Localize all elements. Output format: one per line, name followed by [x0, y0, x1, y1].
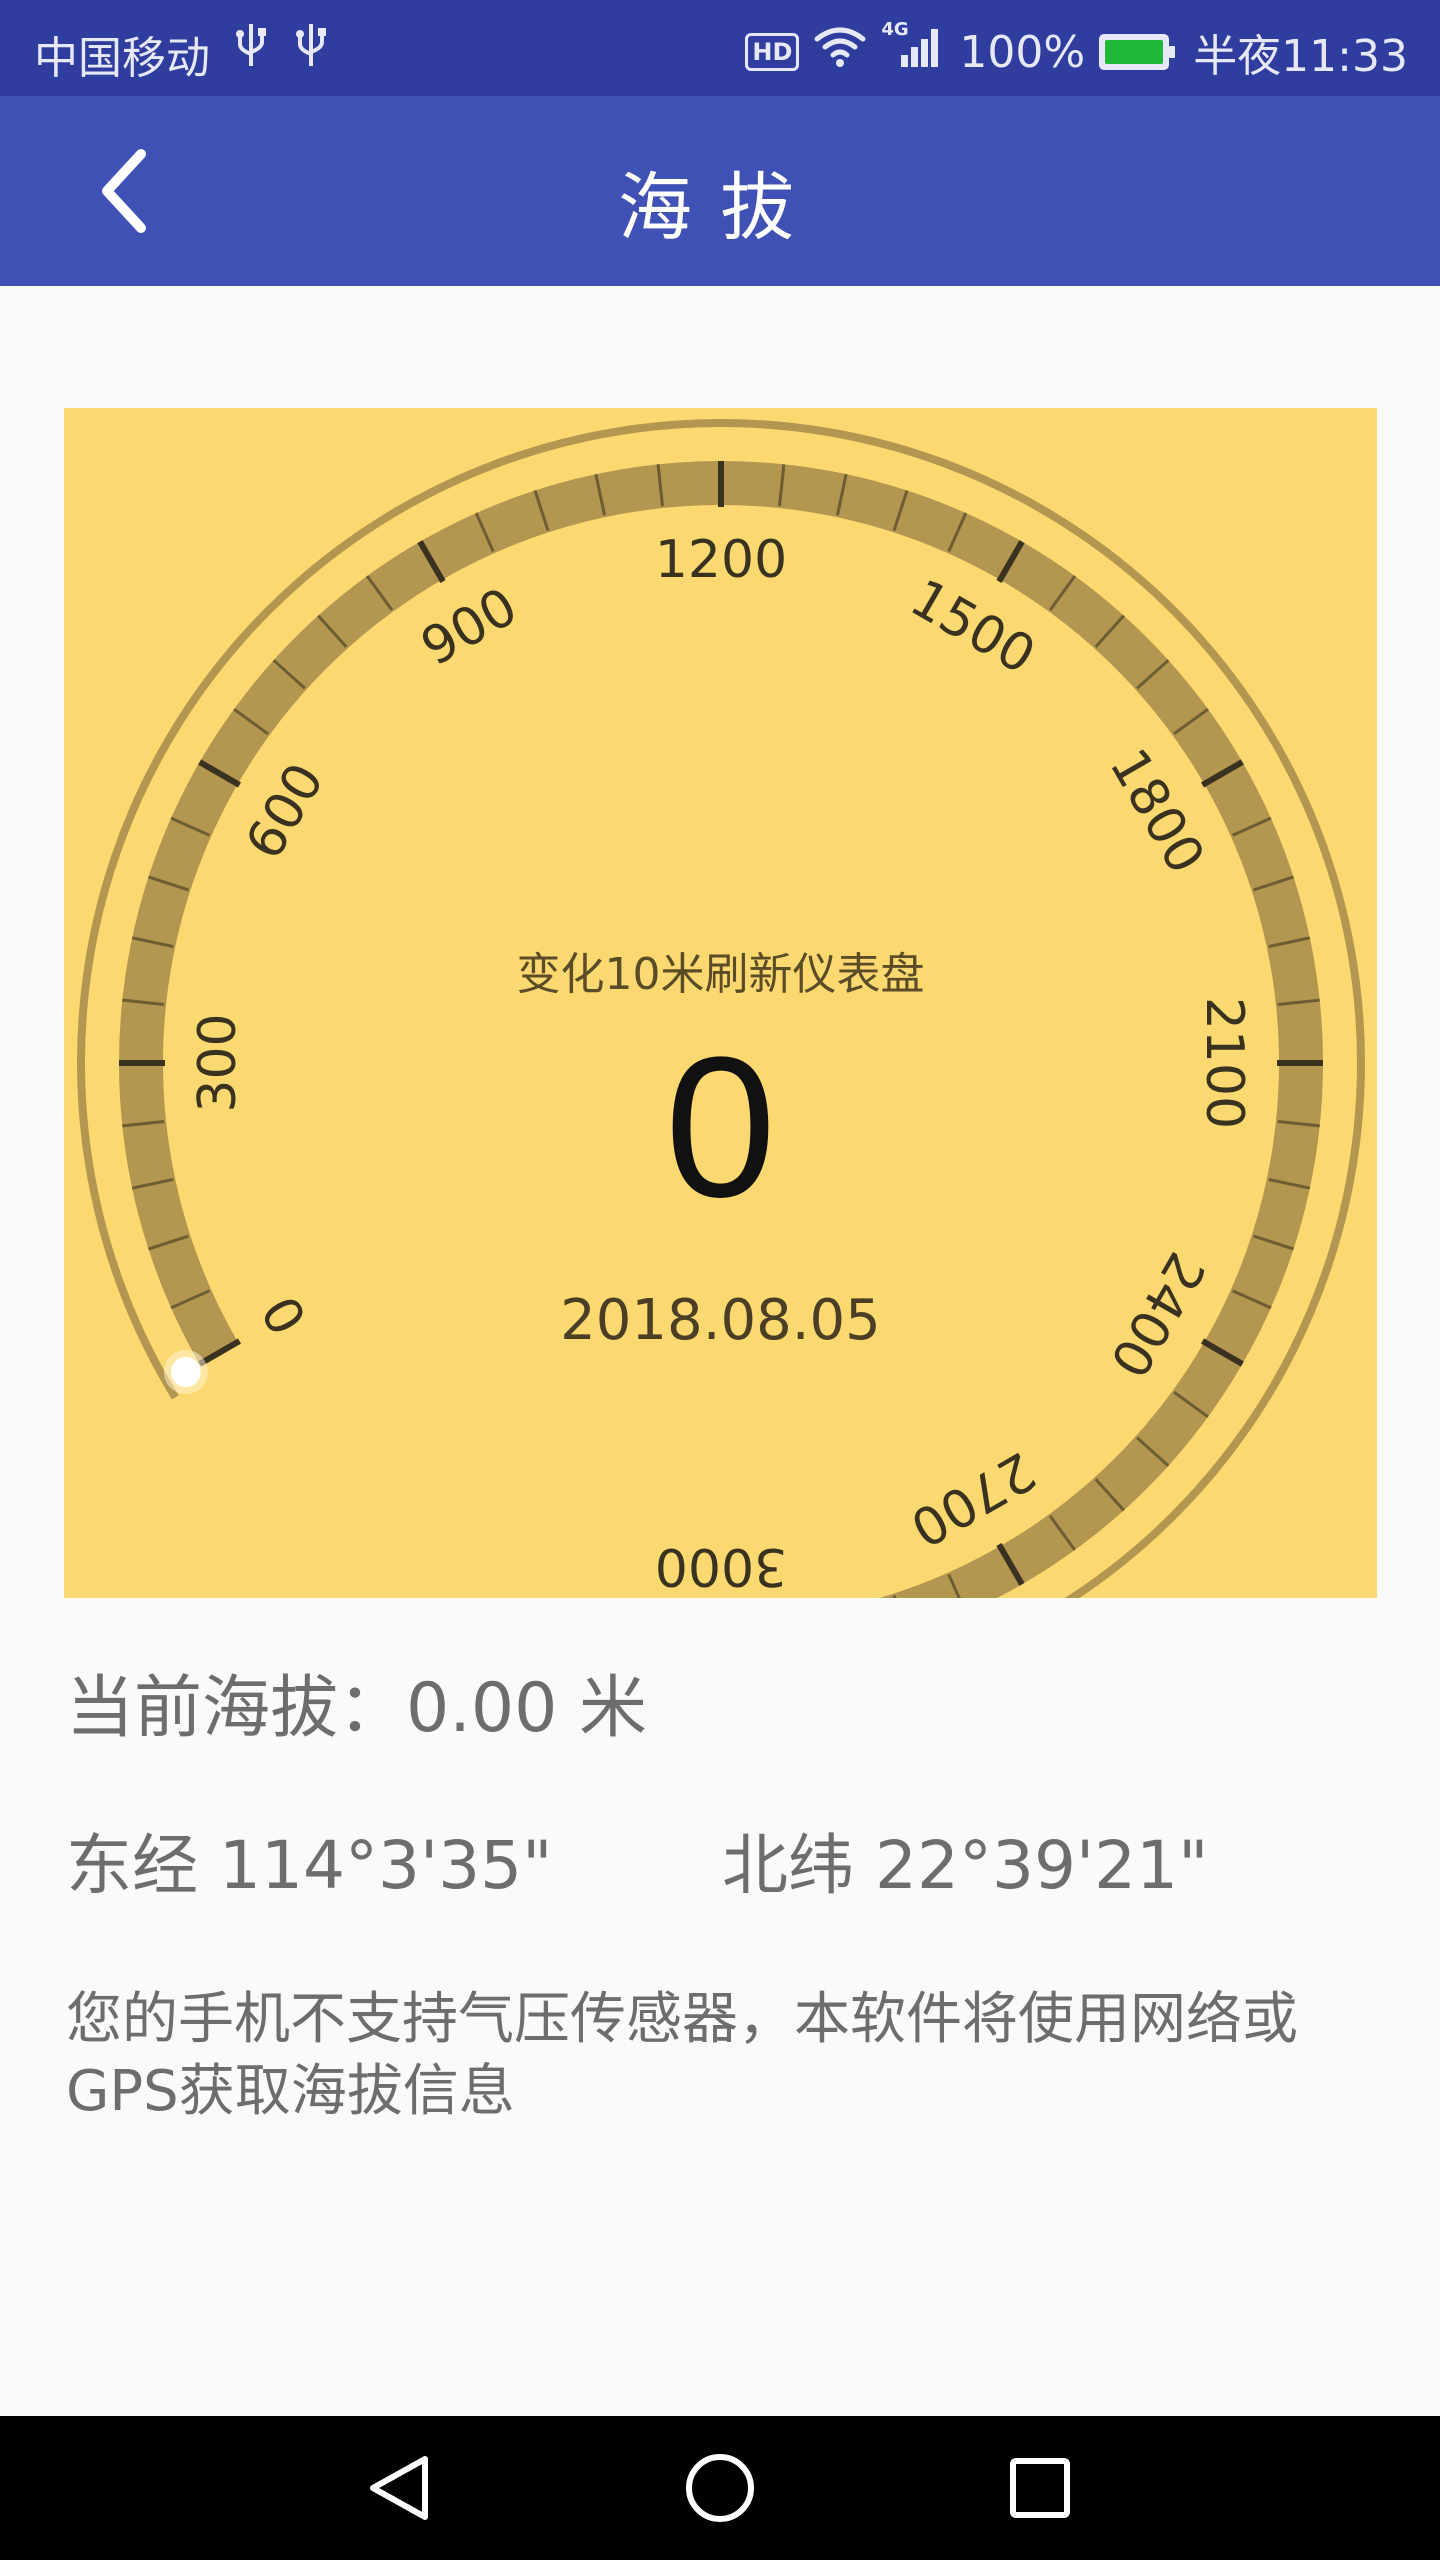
- longitude-text: 东经 114°3'35": [66, 1827, 553, 1904]
- nav-back-button[interactable]: [328, 2416, 472, 2560]
- nav-home-button[interactable]: [648, 2416, 792, 2560]
- gauge-date: 2018.08.05: [560, 1288, 881, 1353]
- altitude-reading: 0: [664, 1016, 777, 1239]
- battery-percent: 100%: [959, 26, 1086, 78]
- usb-icon: [234, 20, 268, 80]
- refresh-hint-label: 变化10米刷新仪表盘: [516, 949, 925, 1000]
- battery-charging-icon: [1099, 34, 1176, 70]
- usb-icon: [294, 20, 328, 80]
- status-bar: 中国移动 HD 4G 100% 半夜11:33: [0, 0, 1440, 96]
- clock: 半夜11:33: [1193, 31, 1408, 82]
- app-bar: 海拔: [0, 96, 1440, 286]
- network-type: 4G: [881, 18, 909, 40]
- latitude-text: 北纬 22°39'21": [722, 1827, 1209, 1904]
- back-triangle-icon: [370, 2456, 428, 2520]
- home-circle-icon: [686, 2454, 754, 2522]
- gauge-tick-label: 1200: [655, 530, 787, 590]
- recents-square-icon: [1010, 2458, 1070, 2518]
- page-title: 海拔: [618, 165, 822, 251]
- gauge-dial: 03006009001200150018002100240027003000: [77, 419, 1365, 1598]
- nav-recents-button[interactable]: [968, 2416, 1112, 2560]
- carrier-name: 中国移动: [34, 33, 210, 84]
- navigation-bar: [0, 2416, 1440, 2560]
- gauge-indicator-dot: [170, 1357, 201, 1387]
- wifi-icon: [813, 25, 867, 80]
- gauge-tick-label: 600: [235, 754, 337, 870]
- signal-icon: 4G: [881, 19, 945, 80]
- sensor-notice-text: 您的手机不支持气压传感器，本软件将使用网络或GPS获取海拔信息: [66, 1987, 1298, 2124]
- gauge-tick-label: 3000: [655, 1536, 787, 1596]
- current-altitude-text: 当前海拔：0.00 米: [66, 1669, 648, 1748]
- gauge-tick-label: 900: [412, 577, 528, 679]
- hd-icon: HD: [745, 33, 800, 71]
- altimeter-gauge: 0 300 600 900 1200 1500 1800 2100 2400 2700 3000 变…: [64, 408, 1377, 1598]
